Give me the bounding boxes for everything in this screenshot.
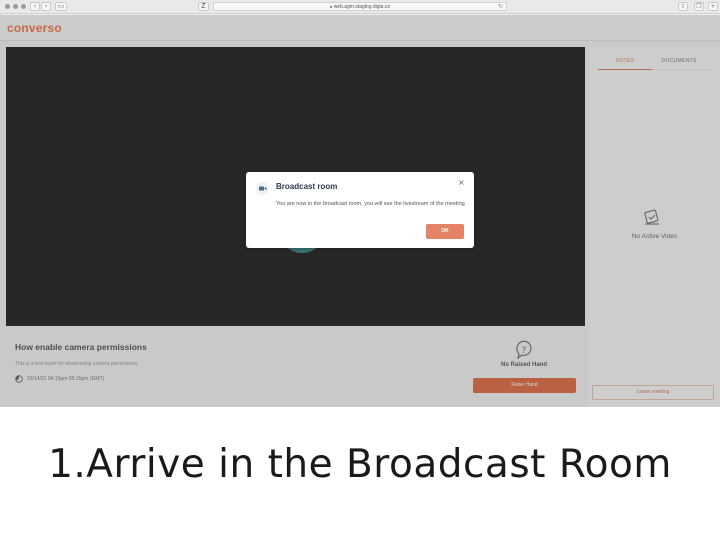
forward-icon[interactable]: › xyxy=(41,2,51,11)
reload-icon[interactable]: ↻ xyxy=(498,4,503,10)
dialog-title: Broadcast room xyxy=(276,182,338,191)
close-icon[interactable]: × xyxy=(458,178,465,187)
sidebar-toggle-icon[interactable]: ▭ xyxy=(55,2,67,11)
window-close-dot[interactable] xyxy=(5,4,10,9)
slide-caption: 1.Arrive in the Broadcast Room xyxy=(48,442,672,487)
url-value: web.agm.staging.digla.co xyxy=(333,4,391,10)
address-bar[interactable]: ■ web.agm.staging.digla.co ↻ xyxy=(213,2,507,11)
tabs-overview-icon[interactable]: ❐ xyxy=(694,2,704,11)
broadcast-room-dialog: Broadcast room × You are now in the broa… xyxy=(246,172,474,248)
dialog-message: You are now in the broadcast room, you w… xyxy=(276,201,465,207)
z-extension-button[interactable]: Z xyxy=(198,2,209,11)
url-text: ■ web.agm.staging.digla.co xyxy=(214,4,506,10)
lock-icon: ■ xyxy=(329,4,333,9)
window-zoom-dot[interactable] xyxy=(21,4,26,9)
new-tab-icon[interactable]: + xyxy=(708,2,718,11)
share-icon[interactable]: ⇧ xyxy=(678,2,688,11)
video-camera-icon xyxy=(259,186,267,191)
broadcast-icon-wrap xyxy=(256,182,269,195)
back-icon[interactable]: ‹ xyxy=(30,2,40,11)
browser-toolbar: ‹ › ▭ Z ■ web.agm.staging.digla.co ↻ ⇧ ❐… xyxy=(0,0,720,14)
ok-button[interactable]: OK xyxy=(426,224,464,239)
screenshot-frame: ‹ › ▭ Z ■ web.agm.staging.digla.co ↻ ⇧ ❐… xyxy=(0,0,720,407)
window-minimize-dot[interactable] xyxy=(13,4,18,9)
